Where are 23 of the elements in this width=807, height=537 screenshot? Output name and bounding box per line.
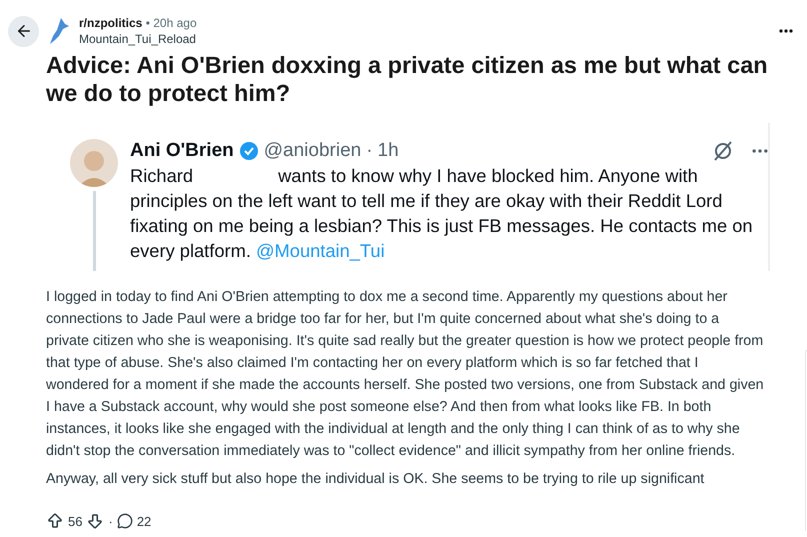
- vote-count: 56: [68, 514, 82, 528]
- more-button[interactable]: [779, 29, 793, 33]
- author-name[interactable]: Mountain_Tui_Reload: [79, 31, 771, 47]
- downvote-icon[interactable]: [86, 512, 104, 530]
- back-button[interactable]: [8, 16, 39, 46]
- upvote-icon[interactable]: [46, 512, 64, 530]
- comment-count: 22: [136, 514, 152, 528]
- separator-dot: •: [146, 16, 150, 30]
- post-time: 20h ago: [153, 16, 197, 30]
- subreddit-icon: [47, 16, 71, 46]
- tweet-text: Richard wants to know why I have blocked him. Anyone with principles on the left want to tell me if they are okay with their Reddit Lord fixating on me being a lesbian? This is just FB messages. He contacts me on every platform. @Mountain_Tui: [130, 164, 754, 263]
- post-paragraph: I logged in today to find Ani O'Brien attempting to dox me a second time. Apparently my questions about her connections to Jade Paul were a bridge too far for her, but I'm quite concerned about what she's doing to a private citizen who she is weaponising. It's quite sad really but the greater question is how we protect people from that type of abuse. She's also claimed I'm contacting her on every platform which is so far fetched that I wondered for a moment if she made the accounts herself. She posted two versions, one from Substack and given I have a Substack account, why would she post someone else? And then from what looks like FB. In both instances, it looks like she engaged with the individual at length and the only thing I can think of as to why she didn't stop the conversation immediately was to "collect evidence" and illicit sympathy from her online friends.: [46, 288, 764, 461]
- tweet-author: Ani O'Brien: [130, 139, 234, 163]
- tweet-handle: @aniobrien: [264, 139, 362, 163]
- avatar-icon: [70, 139, 118, 187]
- comment-icon[interactable]: [116, 513, 133, 529]
- post-title: Advice: Ani O'Brien doxxing a private citizen as me but what can we do to protect him?: [46, 51, 769, 107]
- tweet-time: 1h: [378, 139, 400, 163]
- separator-dot: ·: [366, 139, 373, 163]
- more-icon: [779, 29, 793, 33]
- separator-dot: ·: [108, 514, 113, 528]
- post-paragraph: Anyway, all very sick stuff but also hope the individual is OK. She seems to be trying to rile up significant: [46, 470, 706, 489]
- subreddit-name[interactable]: r/nzpolitics: [79, 16, 142, 30]
